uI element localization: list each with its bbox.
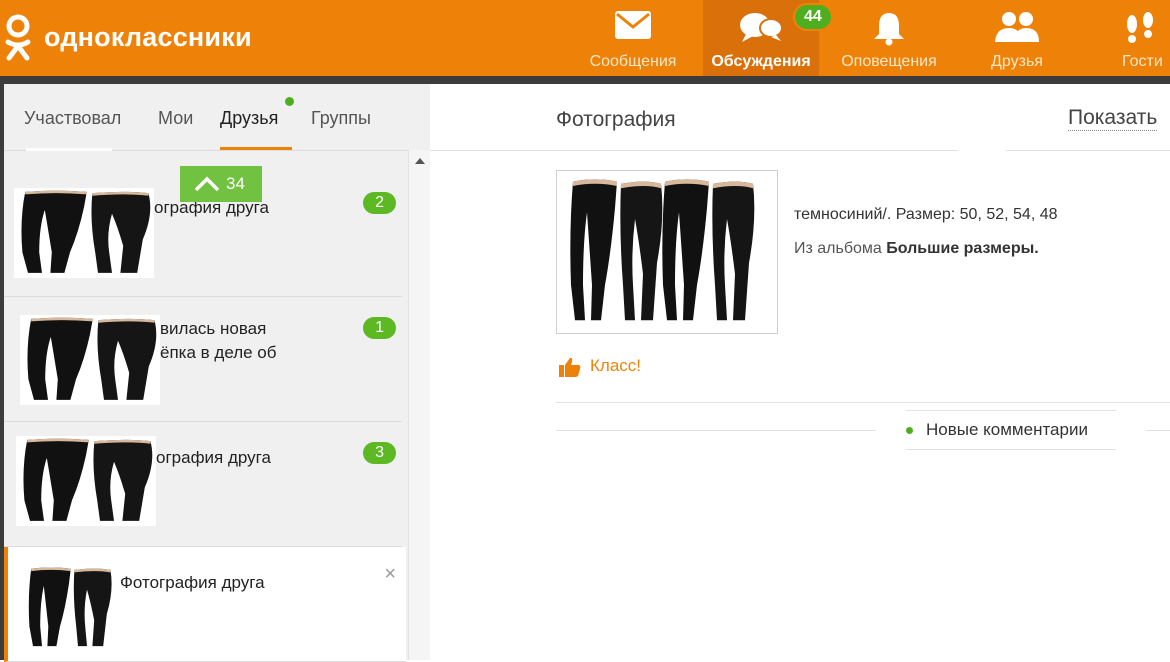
discussion-photo[interactable] [556, 170, 778, 334]
discussion-title-line1: вилась новая [160, 319, 267, 338]
tab-participated[interactable]: Участвовал [24, 108, 121, 129]
nav-notifications-label: Оповещения [841, 53, 937, 70]
top-navigation-bar: одноклассники Сообщения 44 Обсуждения Оп… [0, 0, 1170, 76]
divider [1146, 430, 1170, 431]
logo-text[interactable]: одноклассники [44, 22, 252, 53]
nav-guests[interactable]: Гости [1110, 0, 1170, 76]
photo-album-info: Из альбома Большие размеры. [794, 240, 1039, 258]
nav-messages[interactable]: Сообщения [584, 0, 682, 76]
discussion-thumbnail [16, 436, 156, 526]
divider [556, 402, 1170, 403]
new-indicator-dot [906, 427, 913, 434]
odnoklassniki-logo-icon[interactable] [4, 12, 40, 62]
header-shadow-strip [0, 76, 1170, 84]
discussion-thumbnail [14, 188, 154, 278]
discussion-count-badge: 1 [363, 317, 396, 339]
discussion-detail: Фотография Показать темносиний/. Размер:… [430, 84, 1170, 660]
tab-groups[interactable]: Группы [311, 108, 371, 129]
close-icon[interactable]: × [384, 563, 396, 586]
detail-title: Фотография [556, 108, 676, 131]
new-comments-label: Новые комментарии [926, 420, 1088, 439]
album-link[interactable]: Большие размеры. [886, 240, 1038, 257]
discussion-count-badge: 3 [363, 442, 396, 464]
discussion-item[interactable]: вилась новая ёпка в деле об 1 [4, 297, 402, 422]
tab-mine[interactable]: Мои [158, 108, 193, 129]
chevron-up-icon [194, 176, 220, 192]
discussion-count-badge: 2 [363, 192, 396, 214]
tab-friends-new-indicator [285, 97, 294, 106]
nav-discussions-label: Обсуждения [711, 53, 811, 70]
scroll-up-arrow-icon[interactable] [415, 158, 425, 164]
nav-friends-label: Друзья [991, 53, 1043, 70]
nav-messages-label: Сообщения [589, 53, 677, 70]
photo-description: темносиний/. Размер: 50, 52, 54, 48 [794, 206, 1058, 223]
discussion-thumbnail [24, 565, 114, 651]
bell-icon [874, 13, 904, 46]
chat-bubbles-icon [740, 13, 783, 42]
like-label: Класс! [590, 356, 641, 375]
album-prefix: Из альбома [794, 240, 882, 257]
discussion-thumbnail [20, 315, 160, 405]
nav-guests-label: Гости [1122, 53, 1163, 70]
discussion-item[interactable]: ография друга 3 [4, 422, 402, 547]
divider [556, 430, 876, 431]
discussion-title: Фотография друга [120, 573, 265, 592]
scroll-up-button[interactable]: 34 [180, 166, 262, 202]
discussion-list: ография друга 2 вилась новая ёпка в деле… [4, 150, 408, 662]
discussion-title-line2: ёпка в деле об [160, 343, 277, 362]
nav-discussions[interactable]: 44 Обсуждения [703, 0, 833, 76]
scroll-up-count: 34 [226, 174, 245, 193]
discussion-item-selected[interactable]: Фотография друга × [4, 547, 406, 662]
detail-header-divider [430, 150, 1170, 151]
tab-friends[interactable]: Друзья [220, 108, 278, 129]
show-link[interactable]: Показать [1068, 106, 1158, 131]
new-comments-marker[interactable]: Новые комментарии [906, 410, 1116, 450]
discussions-sidebar: Участвовал Мои Друзья Группы 34 ография … [0, 84, 431, 662]
discussion-title: ография друга [156, 448, 271, 467]
discussion-filter-tabs: Участвовал Мои Друзья Группы [4, 84, 430, 151]
discussions-count-badge: 44 [793, 3, 833, 31]
footprints-icon [1127, 12, 1153, 43]
envelope-icon [615, 11, 651, 39]
friends-icon [995, 12, 1039, 42]
list-scrollbar[interactable] [408, 150, 431, 660]
nav-notifications[interactable]: Оповещения [834, 0, 944, 76]
nav-friends[interactable]: Друзья [974, 0, 1060, 76]
detail-header-gap [958, 148, 1006, 152]
thumbs-up-icon [559, 357, 581, 377]
